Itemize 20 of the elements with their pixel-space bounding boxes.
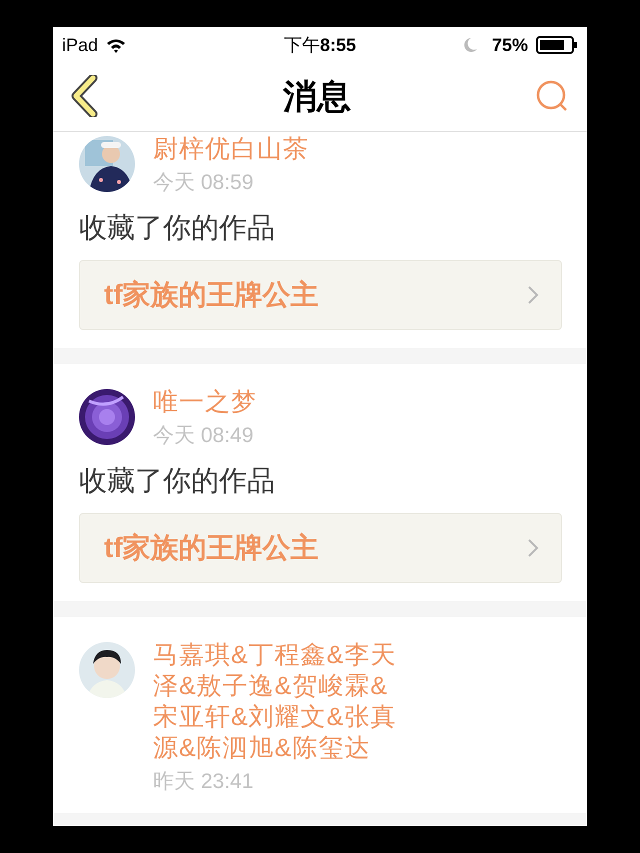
carrier-text: iPad — [62, 34, 98, 56]
user-name[interactable]: 马嘉琪&丁程鑫&李天泽&敖子逸&贺峻霖&宋亚轩&刘耀文&张真源&陈泗旭&陈玺达 — [153, 640, 403, 764]
work-link[interactable]: tf家族的王牌公主 — [79, 513, 562, 583]
back-button[interactable] — [71, 74, 99, 120]
message-time: 今天 08:49 — [153, 423, 254, 449]
user-name[interactable]: 唯一之梦 — [153, 387, 403, 418]
wifi-icon — [106, 38, 126, 52]
moon-icon — [464, 37, 478, 53]
battery-icon — [536, 36, 578, 54]
message-text: 收藏了你的作品 — [79, 211, 276, 245]
page-title: 消息 — [283, 77, 351, 118]
work-link[interactable]: tf家族的王牌公主 — [79, 260, 562, 330]
message-time: 昨天 23:41 — [153, 769, 254, 795]
message-time: 今天 08:59 — [153, 170, 254, 196]
battery-text: 75% — [492, 34, 528, 56]
message-text: 收藏了你的作品 — [79, 464, 276, 498]
user-name[interactable]: 尉梓优白山茶 — [153, 134, 403, 165]
chevron-right-icon — [527, 538, 539, 558]
chevron-right-icon — [527, 285, 539, 305]
clock-text: 下午8:55 — [284, 34, 356, 57]
